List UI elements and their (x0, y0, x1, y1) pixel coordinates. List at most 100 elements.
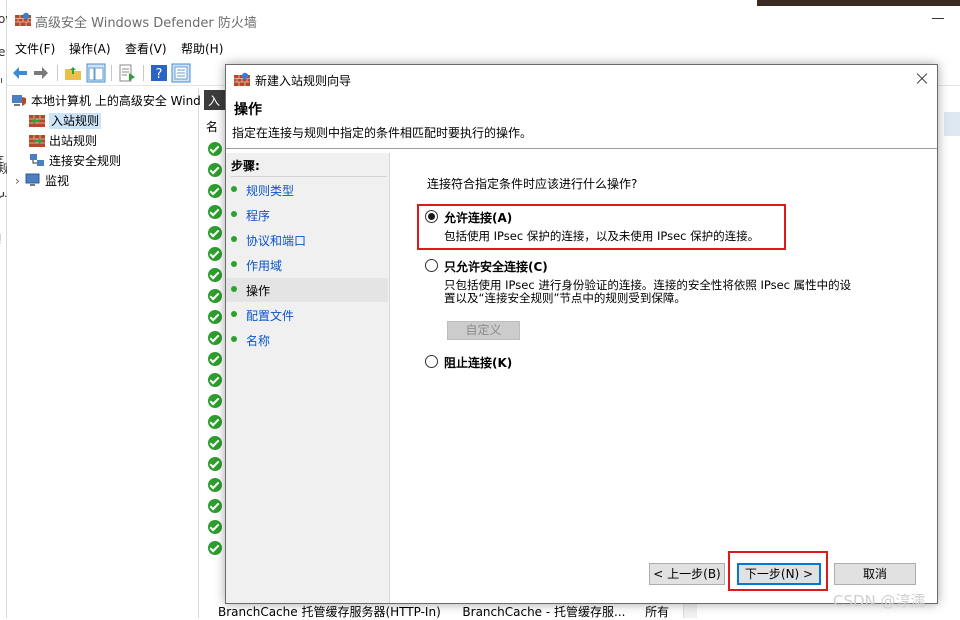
wizard-content: 连接符合指定条件时应该进行什么操作? 允许连接(A) 包括使用 IPsec 保护… (392, 153, 937, 603)
step-label: 操作 (246, 284, 271, 298)
back-arrow-icon[interactable] (10, 63, 30, 83)
firewall-brick-icon (15, 12, 31, 26)
step-rule-type[interactable]: 规则类型 (226, 178, 388, 202)
list-title-tab: 入 (204, 90, 226, 110)
step-action[interactable]: 操作 (226, 278, 388, 302)
step-name[interactable]: 名称 (226, 328, 388, 352)
step-protocol-ports[interactable]: 协议和端口 (226, 228, 388, 252)
rule-name-cell: BranchCache 托管缓存服务器(HTTP-In) (218, 605, 441, 619)
radio-label: 允许连接(A) (444, 211, 513, 225)
enabled-check-icon (208, 205, 222, 219)
console-tree-icon[interactable] (86, 63, 106, 83)
enabled-check-icon (208, 499, 222, 513)
next-button[interactable]: 下一步(N) > (737, 563, 821, 585)
left-edge-text-2: e (0, 45, 6, 59)
step-label: 作用域 (246, 259, 283, 273)
step-dot-icon (231, 286, 237, 292)
tree-item-label: 连接安全规则 (49, 154, 122, 168)
radio-label: 只允许安全连接(C) (444, 260, 548, 274)
enabled-check-icon (208, 457, 222, 471)
tree-item-inbound-rules[interactable]: 入站规则 (29, 112, 102, 130)
radio-button[interactable] (425, 355, 438, 368)
forward-arrow-icon[interactable] (31, 63, 51, 83)
left-window-edge: ov e ᐦ ε 规 ᓽ ᴉ (0, 0, 12, 618)
step-program[interactable]: 程序 (226, 203, 388, 227)
enabled-check-icon (208, 163, 222, 177)
radio-button[interactable] (425, 259, 438, 272)
secure-description-line-2: 置以及“连接安全规则”节点中的规则受到保障。 (444, 291, 686, 305)
actions-pane-edge (944, 112, 960, 136)
enabled-check-icon (208, 415, 222, 429)
rule-profile-cell: 所有 (645, 605, 670, 619)
rule-group-cell: BranchCache - 托管缓存服... (462, 605, 626, 619)
main-titlebar: 高级安全 Windows Defender 防火墙 (7, 0, 960, 38)
tree-item-monitoring[interactable]: › 监视 (15, 172, 69, 190)
menu-file[interactable]: 文件(F) (12, 40, 58, 57)
chevron-right-icon[interactable]: › (15, 174, 25, 188)
menu-action[interactable]: 操作(A) (66, 40, 114, 57)
radio-allow-connection[interactable]: 允许连接(A) (425, 209, 785, 227)
enabled-check-icon (208, 541, 222, 555)
console-tree: 本地计算机 上的高级安全 Wind 入站规则 出站规则 连接安全规则 › 监视 (7, 88, 201, 618)
svg-text:?: ? (156, 67, 163, 82)
wizard-steps-panel: 步骤: 规则类型 程序 协议和端口 作用域 操作 配置文件 名称 (226, 153, 390, 603)
radio-button[interactable] (425, 210, 438, 223)
outbound-rules-icon (29, 135, 45, 147)
main-window-title: 高级安全 Windows Defender 防火墙 (35, 16, 257, 31)
menu-view[interactable]: 查看(V) (122, 40, 170, 57)
monitor-icon (25, 173, 40, 186)
dialog-titlebar: 新建入站规则向导 (226, 65, 937, 93)
inbound-rules-icon (29, 115, 45, 127)
enabled-check-icon (208, 352, 222, 366)
properties-icon[interactable] (171, 63, 191, 83)
tree-item-outbound-rules[interactable]: 出站规则 (29, 132, 97, 150)
step-dot-icon (231, 336, 237, 342)
toolbar-separator (143, 65, 144, 81)
help-icon[interactable]: ? (149, 63, 169, 83)
tree-item-label: 入站规则 (49, 113, 102, 129)
step-scope[interactable]: 作用域 (226, 253, 388, 277)
close-icon[interactable] (908, 67, 936, 91)
toolbar-separator (111, 65, 112, 81)
enabled-check-icon (208, 331, 222, 345)
enabled-check-icon (208, 436, 222, 450)
step-dot-icon (231, 186, 237, 192)
tree-item-connection-security-rules[interactable]: 连接安全规则 (29, 152, 121, 170)
step-dot-icon (231, 211, 237, 217)
enabled-check-icon (208, 289, 222, 303)
toolbar-separator (57, 65, 58, 81)
export-list-icon[interactable] (117, 63, 137, 83)
enabled-check-icon (208, 520, 222, 534)
radio-allow-secure-connection[interactable]: 只允许安全连接(C) (425, 258, 785, 276)
enabled-check-icon (208, 247, 222, 261)
enabled-check-icon (208, 394, 222, 408)
folder-up-icon[interactable] (63, 63, 83, 83)
menu-help[interactable]: 帮助(H) (178, 40, 226, 57)
watermark: CSDN @淳濡 (833, 592, 926, 610)
menu-bar: 文件(F) 操作(A) 查看(V) 帮助(H) (7, 38, 960, 58)
radio-label: 阻止连接(K) (444, 356, 513, 370)
cancel-button[interactable]: 取消 (834, 563, 916, 585)
left-edge-text-7: ᴉ (0, 230, 1, 244)
enabled-check-icon (208, 184, 222, 198)
step-dot-icon (231, 311, 237, 317)
step-dot-icon (231, 236, 237, 242)
tree-root[interactable]: 本地计算机 上的高级安全 Wind (11, 92, 201, 110)
customize-button[interactable]: 自定义 (447, 321, 520, 340)
page-title: 操作 (234, 102, 262, 118)
column-header-name[interactable]: 名 (206, 118, 218, 135)
table-row[interactable]: BranchCache 托管缓存服务器(HTTP-In) BranchCache… (218, 603, 669, 620)
tree-root-label: 本地计算机 上的高级安全 Wind (31, 94, 201, 108)
enabled-check-icon (208, 268, 222, 282)
back-button[interactable]: < 上一步(B) (649, 563, 725, 585)
step-label: 规则类型 (246, 184, 295, 198)
step-profile[interactable]: 配置文件 (226, 303, 388, 327)
allow-description: 包括使用 IPsec 保护的连接，以及未使用 IPsec 保护的连接。 (444, 229, 760, 243)
enabled-check-icon (208, 310, 222, 324)
enabled-check-icon (208, 478, 222, 492)
wizard-header: 操作 指定在连接与规则中指定的条件相匹配时要执行的操作。 (226, 93, 937, 149)
radio-block-connection[interactable]: 阻止连接(K) (425, 354, 785, 372)
enabled-check-icon (208, 226, 222, 240)
minimize-button[interactable] (923, 8, 953, 30)
left-edge-text-6: ᓽ (0, 190, 8, 204)
